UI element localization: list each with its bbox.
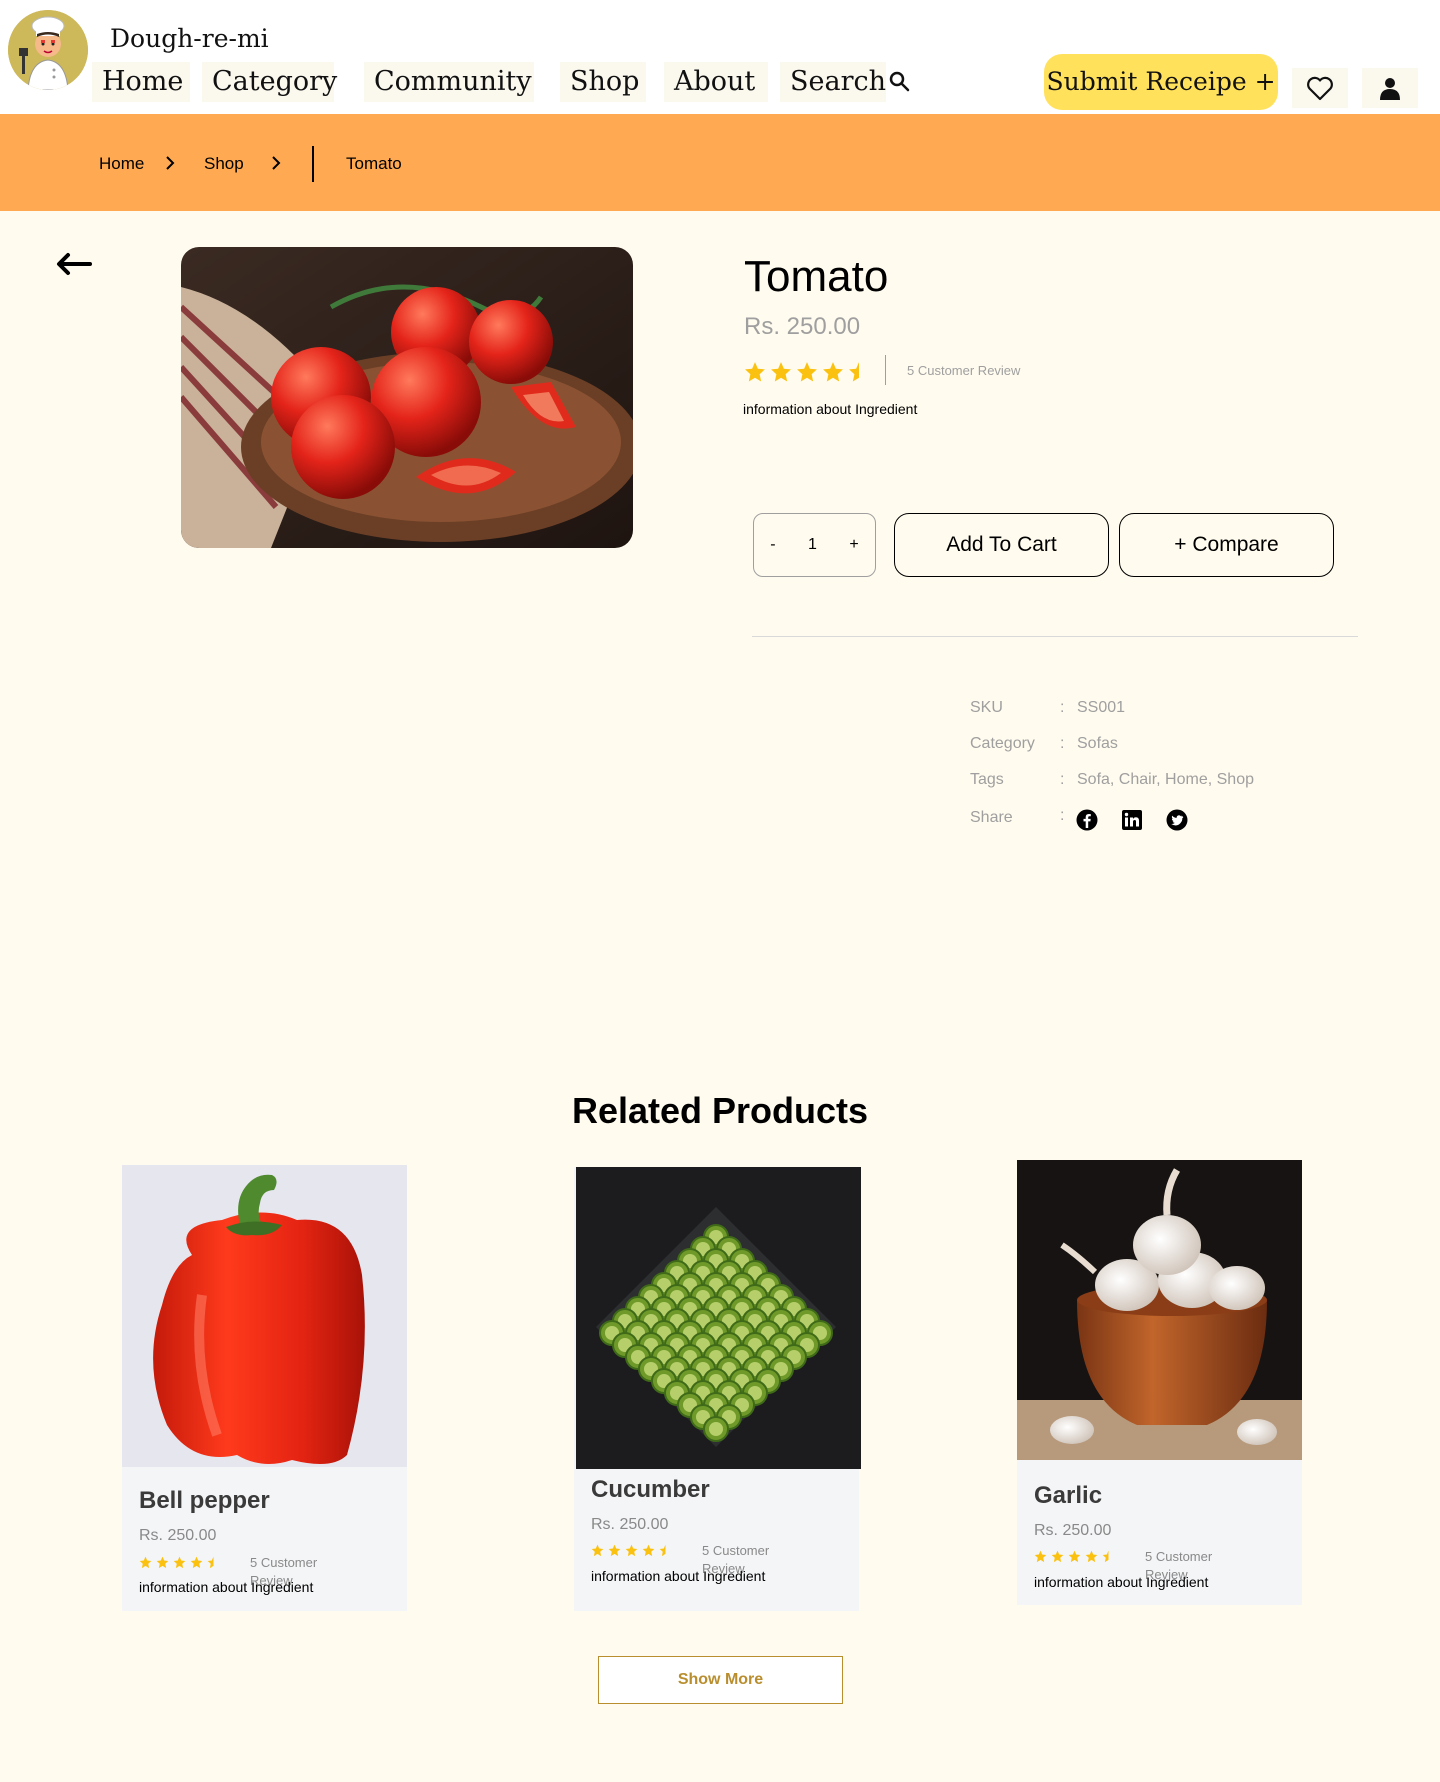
compare-button[interactable]: + Compare [1119, 513, 1334, 577]
related-products-title: Related Products [571, 1090, 869, 1131]
star-icon [797, 362, 817, 382]
card-price: Rs. 250.00 [591, 1516, 669, 1533]
linkedin-icon[interactable] [1121, 809, 1143, 831]
star-icon [190, 1556, 203, 1569]
star-icon [608, 1544, 621, 1557]
facebook-icon[interactable] [1076, 809, 1098, 831]
nav-category[interactable]: Category [202, 62, 337, 102]
section-divider [752, 636, 1358, 637]
colon: : [1060, 735, 1065, 752]
star-icon [625, 1544, 638, 1557]
breadcrumb: Home Shop Tomato [0, 114, 1440, 211]
quantity-decrease-button[interactable]: - [770, 536, 775, 554]
category-label: Category [970, 735, 1035, 752]
product-card-bell-pepper[interactable]: Bell pepper Rs. 250.00 5 Customer Review… [122, 1165, 407, 1611]
star-icon [1102, 1550, 1109, 1563]
quantity-value[interactable]: 1 [808, 536, 817, 554]
product-title: Tomato [744, 252, 889, 301]
card-rating [1034, 1550, 1115, 1563]
colon: : [1060, 807, 1065, 824]
rating-divider [885, 355, 886, 385]
nav-community[interactable]: Community [364, 62, 534, 102]
star-icon [823, 362, 843, 382]
sku-label: SKU [970, 699, 1003, 716]
bell-pepper-image [122, 1165, 407, 1467]
twitter-icon[interactable] [1166, 809, 1188, 831]
star-icon [591, 1544, 604, 1557]
search-icon[interactable] [888, 70, 912, 94]
breadcrumb-current: Tomato [346, 154, 402, 173]
site-header: Dough-re-mi Home Category Community Shop… [0, 0, 1440, 114]
nav-home[interactable]: Home [92, 62, 190, 102]
chef-logo[interactable] [8, 10, 88, 90]
card-info: information about Ingredient [591, 1568, 766, 1584]
card-name[interactable]: Bell pepper [139, 1487, 270, 1515]
back-arrow-icon[interactable] [54, 252, 94, 276]
product-review-count[interactable]: 5 Customer Review [907, 363, 1020, 378]
quantity-stepper: - 1 + [753, 513, 876, 577]
nav-about[interactable]: About [664, 62, 768, 102]
card-info: information about Ingredient [1034, 1574, 1209, 1590]
star-icon [207, 1556, 214, 1569]
show-more-button[interactable]: Show More [598, 1656, 843, 1704]
star-icon [173, 1556, 186, 1569]
product-card-cucumber[interactable]: Cucumber Rs. 250.00 5 Customer Review in… [574, 1167, 861, 1611]
nav-shop[interactable]: Shop [560, 62, 646, 102]
star-icon [1085, 1550, 1098, 1563]
colon: : [1060, 699, 1065, 716]
chevron-right-icon [272, 156, 281, 170]
star-icon [642, 1544, 655, 1557]
card-price: Rs. 250.00 [139, 1527, 217, 1544]
add-to-cart-button[interactable]: Add To Cart [894, 513, 1109, 577]
breadcrumb-home[interactable]: Home [99, 154, 144, 174]
star-icon [1034, 1550, 1047, 1563]
wishlist-button[interactable] [1292, 68, 1348, 108]
star-icon [771, 362, 791, 382]
card-rating [139, 1556, 220, 1569]
quantity-increase-button[interactable]: + [849, 536, 858, 554]
sku-value: SS001 [1077, 699, 1126, 716]
product-card-garlic[interactable]: Garlic Rs. 250.00 5 Customer Review info… [1017, 1160, 1302, 1605]
cucumber-image [576, 1167, 861, 1469]
product-rating [744, 361, 870, 383]
heart-icon [1307, 76, 1333, 101]
account-button[interactable] [1362, 68, 1418, 108]
product-image [181, 247, 633, 548]
star-icon [745, 362, 765, 382]
card-price: Rs. 250.00 [1034, 1522, 1112, 1539]
star-icon [659, 1544, 666, 1557]
garlic-image [1017, 1160, 1302, 1460]
card-name[interactable]: Cucumber [591, 1476, 710, 1504]
card-rating [591, 1544, 672, 1557]
star-icon [1068, 1550, 1081, 1563]
category-value: Sofas [1077, 735, 1118, 752]
star-icon [139, 1556, 152, 1569]
card-name[interactable]: Garlic [1034, 1482, 1102, 1510]
product-info: information about Ingredient [743, 401, 918, 417]
breadcrumb-shop[interactable]: Shop [204, 154, 244, 174]
breadcrumb-divider [312, 146, 314, 182]
share-label: Share [970, 809, 1013, 826]
user-icon [1380, 78, 1400, 100]
tags-value: Sofa, Chair, Home, Shop [1077, 771, 1254, 788]
submit-recipe-button[interactable]: Submit Receipe + [1044, 54, 1278, 110]
star-icon [1051, 1550, 1064, 1563]
star-icon [156, 1556, 169, 1569]
tags-label: Tags [970, 771, 1004, 788]
colon: : [1060, 771, 1065, 788]
product-price: Rs. 250.00 [744, 313, 861, 340]
brand-name: Dough-re-mi [110, 24, 269, 53]
star-icon [849, 362, 859, 382]
nav-search[interactable]: Search [780, 62, 886, 102]
chevron-right-icon [166, 156, 175, 170]
card-info: information about Ingredient [139, 1579, 314, 1595]
